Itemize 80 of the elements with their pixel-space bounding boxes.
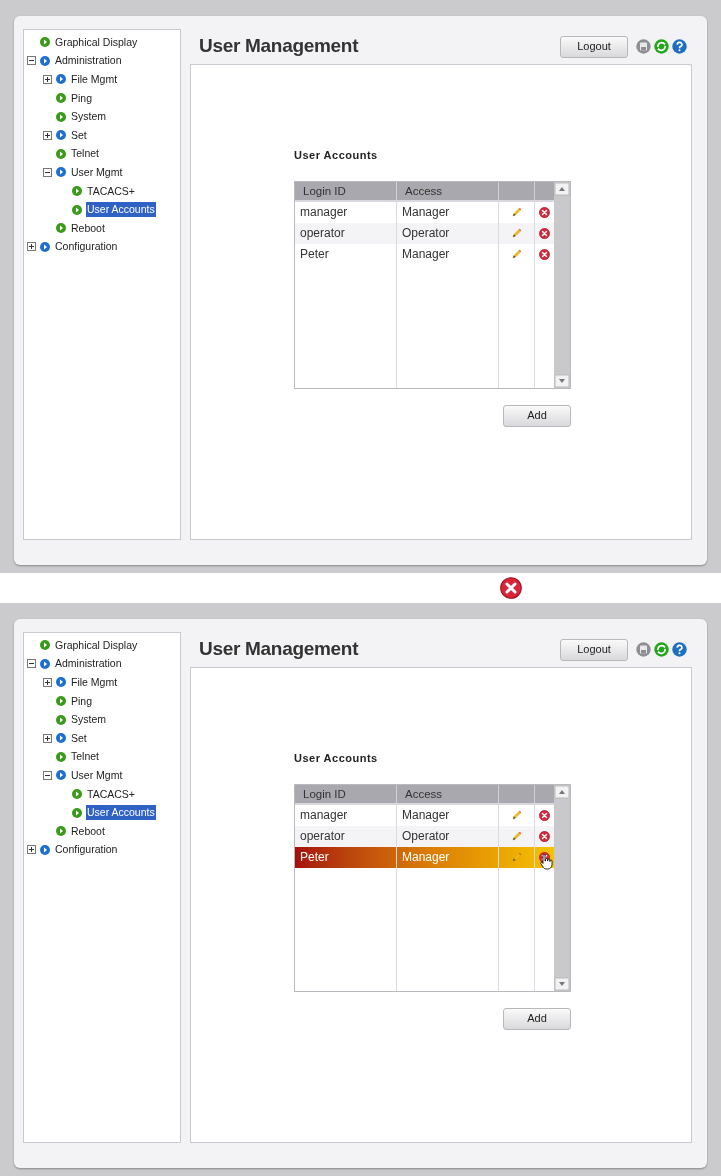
table-row[interactable]: Peter Manager <box>295 846 554 868</box>
collapse-icon[interactable] <box>27 659 36 669</box>
tree-item[interactable]: Reboot <box>70 823 106 839</box>
table-cell: Manager <box>397 804 499 826</box>
tree-item[interactable]: TACACS+ <box>86 183 136 199</box>
table-cell: Peter <box>295 243 397 265</box>
tree-item[interactable]: Reboot <box>70 220 106 236</box>
column-header[interactable]: Login ID <box>295 784 397 803</box>
table-cell: Manager <box>397 243 499 265</box>
column-header[interactable]: Login ID <box>295 181 397 200</box>
section-title: User Accounts <box>294 751 378 766</box>
tree-item[interactable]: Ping <box>70 693 93 709</box>
tree-item[interactable]: Configuration <box>54 842 119 858</box>
scroll-down-icon[interactable] <box>554 976 570 991</box>
tree-item[interactable]: Configuration <box>54 239 119 255</box>
tree-item[interactable]: Administration <box>54 53 123 69</box>
add-button[interactable]: Add <box>503 1007 571 1030</box>
tree-item[interactable]: System <box>70 109 107 125</box>
tree-item[interactable]: User Accounts <box>86 805 156 821</box>
refresh-icon[interactable] <box>654 642 669 657</box>
table-cell: manager <box>295 201 397 223</box>
scroll-up-icon[interactable] <box>554 181 570 196</box>
delete-icon[interactable] <box>500 577 522 599</box>
tree-item[interactable]: User Mgmt <box>70 767 124 783</box>
table-cell: Manager <box>397 201 499 223</box>
scrollbar[interactable] <box>554 181 570 388</box>
tree-item[interactable]: TACACS+ <box>86 786 136 802</box>
tree-item[interactable]: Telnet <box>70 146 101 162</box>
scrollbar[interactable] <box>554 784 570 991</box>
tree-item[interactable]: User Mgmt <box>70 164 124 180</box>
table-cell: Manager <box>397 846 499 868</box>
scroll-down-icon[interactable] <box>554 373 570 388</box>
table-row[interactable]: operator Operator <box>295 222 554 244</box>
table-cell: manager <box>295 804 397 826</box>
tree-item[interactable]: Ping <box>70 90 93 106</box>
table-cell: Operator <box>397 825 499 847</box>
add-button[interactable]: Add <box>503 404 571 427</box>
collapse-icon[interactable] <box>27 56 36 66</box>
table-cell: Peter <box>295 846 397 868</box>
logout-button[interactable]: Logout <box>560 35 628 58</box>
pencil-icon[interactable] <box>511 830 522 842</box>
table-cell: Operator <box>397 222 499 244</box>
tree-item[interactable]: Set <box>70 127 88 143</box>
expand-icon[interactable] <box>43 130 52 140</box>
pencil-icon[interactable] <box>511 248 522 260</box>
expand-icon[interactable] <box>27 845 36 855</box>
tree-item[interactable]: Telnet <box>70 749 101 765</box>
pencil-icon[interactable] <box>511 206 522 218</box>
expand-icon[interactable] <box>43 75 52 84</box>
scroll-up-icon[interactable] <box>554 784 570 799</box>
collapse-icon[interactable] <box>43 770 52 780</box>
tree-item[interactable]: System <box>70 712 107 728</box>
table-cell: operator <box>295 222 397 244</box>
page-title: User Management <box>199 637 359 662</box>
expand-icon[interactable] <box>27 242 36 252</box>
tree-item[interactable]: Graphical Display <box>54 637 139 653</box>
hand-cursor-icon <box>540 853 553 870</box>
expand-icon[interactable] <box>43 733 52 743</box>
tree-item[interactable]: Administration <box>54 656 123 672</box>
pencil-icon[interactable] <box>511 809 522 821</box>
save-icon[interactable] <box>636 39 651 54</box>
help-icon[interactable] <box>672 39 687 54</box>
pencil-icon[interactable] <box>511 227 522 239</box>
refresh-icon[interactable] <box>654 39 669 54</box>
expand-icon[interactable] <box>43 678 52 687</box>
tree-item[interactable]: File Mgmt <box>70 675 119 690</box>
page-title: User Management <box>199 34 359 59</box>
tree-item[interactable]: File Mgmt <box>70 72 119 87</box>
table-row[interactable]: operator Operator <box>295 825 554 847</box>
save-icon[interactable] <box>636 642 651 657</box>
logout-button[interactable]: Logout <box>560 638 628 661</box>
tree-item[interactable]: User Accounts <box>86 202 156 218</box>
section-title: User Accounts <box>294 148 378 163</box>
help-icon[interactable] <box>672 642 687 657</box>
tree-item[interactable]: Graphical Display <box>54 34 139 50</box>
collapse-icon[interactable] <box>43 167 52 177</box>
column-header[interactable]: Access <box>397 181 499 200</box>
tree-item[interactable]: Set <box>70 730 88 746</box>
column-header[interactable]: Access <box>397 784 499 803</box>
table-cell: operator <box>295 825 397 847</box>
